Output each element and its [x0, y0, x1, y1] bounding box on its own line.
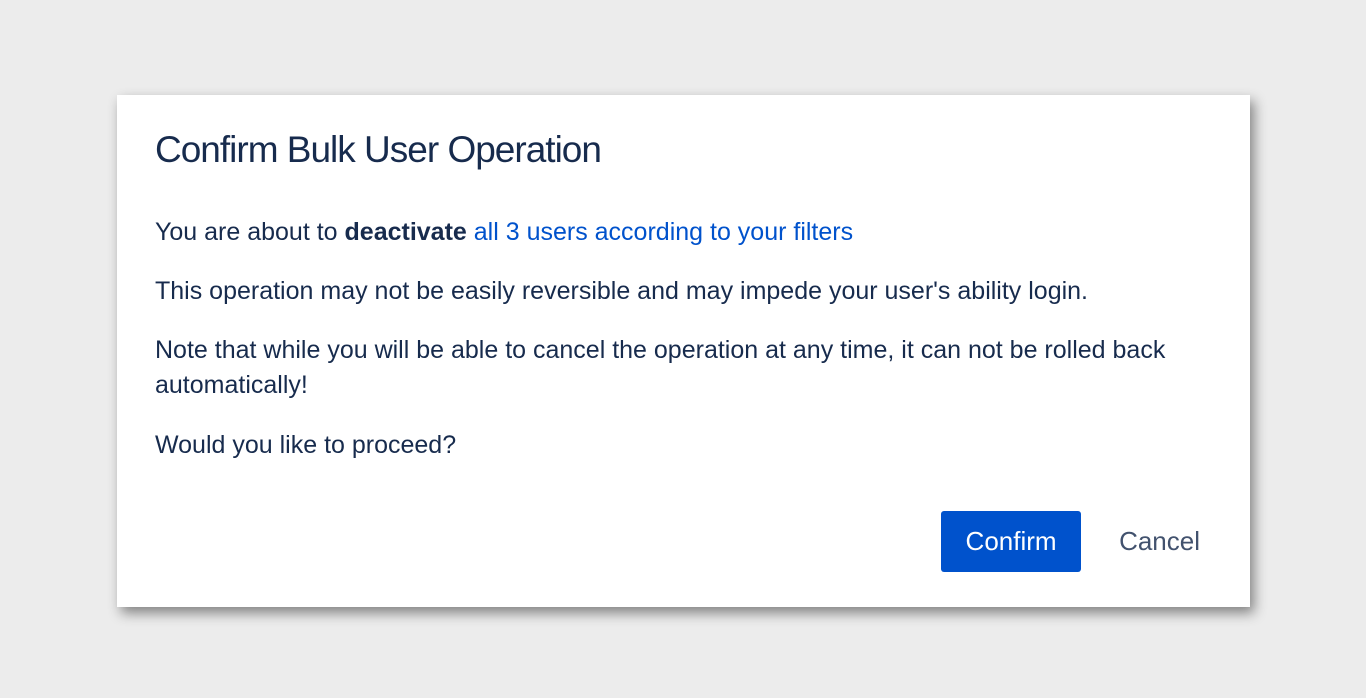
confirm-button[interactable]: Confirm [941, 511, 1082, 572]
cancel-button[interactable]: Cancel [1111, 511, 1208, 572]
question-text: Would you like to proceed? [155, 431, 457, 459]
action-text: deactivate [344, 218, 467, 246]
note-text: Note that while you will be able to canc… [155, 336, 1166, 399]
intro-text: You are about to deactivate all 3 users … [155, 215, 1215, 250]
confirm-dialog: Confirm Bulk User Operation You are abou… [117, 95, 1250, 607]
dialog-footer: Confirm Cancel [941, 511, 1208, 572]
dialog-title: Confirm Bulk User Operation [155, 129, 602, 170]
dialog-body: You are about to deactivate all 3 users … [155, 215, 1215, 487]
affected-users-link[interactable]: all 3 users according to your filters [474, 218, 853, 246]
warning-text: This operation may not be easily reversi… [155, 277, 1089, 305]
intro-prefix: You are about to [155, 218, 345, 246]
